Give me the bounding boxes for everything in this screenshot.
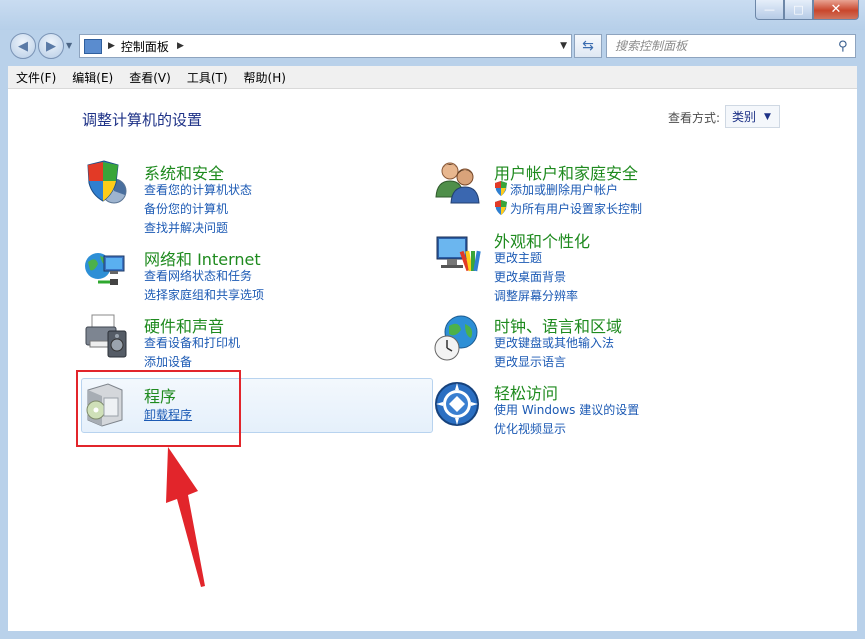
search-icon[interactable]: ⚲ bbox=[838, 39, 848, 54]
users-icon[interactable] bbox=[433, 157, 481, 205]
search-box[interactable]: ⚲ bbox=[606, 34, 856, 58]
content-area: 调整计算机的设置 查看方式: 类别 ▼ 系统和安全 查看您的计算机状态 备份您的… bbox=[8, 89, 857, 631]
menu-tools[interactable]: 工具(T) bbox=[179, 69, 236, 86]
forward-button[interactable]: ▶ bbox=[38, 33, 64, 59]
link-view-computer-status[interactable]: 查看您的计算机状态 bbox=[144, 181, 252, 198]
clock-globe-icon[interactable] bbox=[433, 314, 481, 362]
network-globe-icon[interactable] bbox=[82, 244, 130, 292]
shield-icon[interactable] bbox=[82, 157, 130, 205]
printer-icon[interactable] bbox=[82, 311, 130, 359]
menu-edit[interactable]: 编辑(E) bbox=[64, 69, 121, 86]
view-by-value: 类别 bbox=[732, 110, 757, 124]
uac-shield-icon bbox=[495, 200, 507, 215]
breadcrumb-separator-icon[interactable]: ▶ bbox=[108, 41, 115, 51]
control-panel-icon bbox=[84, 38, 102, 54]
breadcrumb-separator-icon[interactable]: ▶ bbox=[177, 41, 184, 51]
refresh-button[interactable]: ⇆ bbox=[574, 34, 602, 58]
link-troubleshoot[interactable]: 查找并解决问题 bbox=[144, 219, 228, 236]
ease-of-access-icon[interactable] bbox=[433, 380, 481, 428]
link-parental-controls[interactable]: 为所有用户设置家长控制 bbox=[510, 200, 642, 217]
menu-file[interactable]: 文件(F) bbox=[8, 69, 64, 86]
menu-help[interactable]: 帮助(H) bbox=[236, 69, 294, 86]
link-add-remove-users[interactable]: 添加或删除用户帐户 bbox=[510, 181, 618, 198]
title-bar[interactable]: — □ ✕ bbox=[0, 0, 865, 30]
breadcrumb-control-panel[interactable]: 控制面板 bbox=[121, 38, 169, 55]
control-panel-window: — □ ✕ ◀ ▶ ▼ ▶ 控制面板 ▶ ▼ ⇆ ⚲ 文件(F) 编辑(E) bbox=[0, 0, 865, 639]
link-network-status[interactable]: 查看网络状态和任务 bbox=[144, 267, 252, 284]
link-windows-recommended[interactable]: 使用 Windows 建议的设置 bbox=[494, 401, 639, 418]
link-change-keyboard[interactable]: 更改键盘或其他输入法 bbox=[494, 334, 614, 351]
chevron-down-icon: ▼ bbox=[764, 111, 771, 122]
minimize-button[interactable]: — bbox=[755, 0, 784, 20]
uac-shield-icon bbox=[495, 181, 507, 196]
link-add-device[interactable]: 添加设备 bbox=[144, 353, 192, 370]
link-change-theme[interactable]: 更改主题 bbox=[494, 249, 542, 266]
link-change-display-language[interactable]: 更改显示语言 bbox=[494, 353, 566, 370]
caption-buttons: — □ ✕ bbox=[755, 0, 859, 22]
view-by-dropdown[interactable]: 类别 ▼ bbox=[725, 105, 780, 128]
link-homegroup-sharing[interactable]: 选择家庭组和共享选项 bbox=[144, 286, 264, 303]
red-arrow-annotation bbox=[166, 447, 205, 587]
forward-arrow-icon: ▶ bbox=[46, 38, 56, 54]
recent-pages-chevron-icon[interactable]: ▼ bbox=[66, 41, 72, 50]
view-by-label: 查看方式: bbox=[668, 111, 721, 125]
link-devices-printers[interactable]: 查看设备和打印机 bbox=[144, 334, 240, 351]
appearance-monitor-icon[interactable] bbox=[433, 231, 481, 279]
address-dropdown-icon[interactable]: ▼ bbox=[560, 41, 567, 51]
back-button[interactable]: ◀ bbox=[10, 33, 36, 59]
address-field[interactable]: ▶ 控制面板 ▶ ▼ bbox=[79, 34, 572, 58]
refresh-icon: ⇆ bbox=[582, 38, 594, 54]
page-title: 调整计算机的设置 bbox=[82, 111, 203, 129]
menu-bar: 文件(F) 编辑(E) 查看(V) 工具(T) 帮助(H) bbox=[8, 66, 857, 89]
close-button[interactable]: ✕ bbox=[813, 0, 859, 20]
menu-view[interactable]: 查看(V) bbox=[121, 69, 179, 86]
link-change-desktop-background[interactable]: 更改桌面背景 bbox=[494, 268, 566, 285]
address-bar: ◀ ▶ ▼ ▶ 控制面板 ▶ ▼ ⇆ ⚲ bbox=[0, 30, 865, 62]
search-input[interactable] bbox=[613, 38, 832, 54]
back-arrow-icon: ◀ bbox=[18, 38, 28, 54]
link-optimize-video[interactable]: 优化视频显示 bbox=[494, 420, 566, 437]
link-adjust-resolution[interactable]: 调整屏幕分辨率 bbox=[494, 287, 578, 304]
maximize-button[interactable]: □ bbox=[784, 0, 813, 20]
red-highlight-box bbox=[76, 370, 241, 447]
link-backup-computer[interactable]: 备份您的计算机 bbox=[144, 200, 228, 217]
